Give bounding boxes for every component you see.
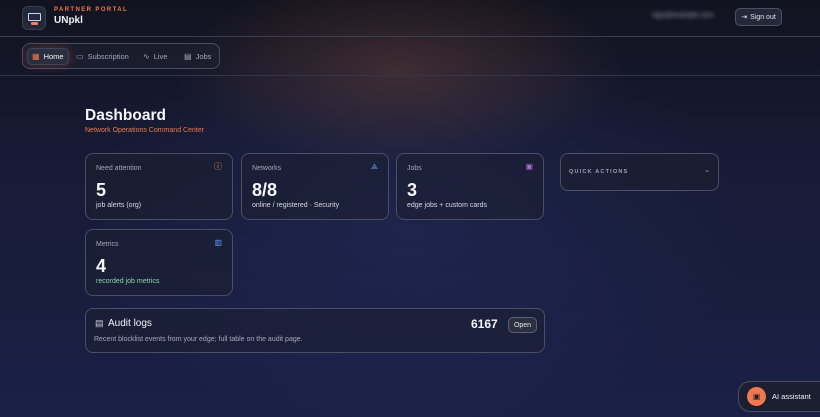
chevron-down-icon: ⌄ bbox=[704, 167, 710, 174]
audit-open-button[interactable]: Open bbox=[508, 317, 537, 333]
main-nav: ▦ Home ▭ Subscription ∿ Live ▤ Jobs bbox=[22, 43, 220, 69]
nav-label: Subscription bbox=[87, 52, 129, 61]
quick-actions-label: QUICK ACTIONS bbox=[569, 169, 629, 175]
card-value: 5 bbox=[96, 180, 107, 200]
clipboard-icon: ▤ bbox=[95, 318, 104, 328]
card-label: Need attention bbox=[96, 165, 142, 172]
card-desc: job alerts (org) bbox=[96, 202, 142, 209]
audit-count: 6167 bbox=[471, 317, 498, 331]
audit-desc: Recent blocklist events from your edge; … bbox=[94, 336, 303, 343]
ai-assistant-button[interactable]: ▣ AI assistant bbox=[738, 381, 820, 412]
ai-assistant-label: AI assistant bbox=[772, 392, 811, 401]
card-value: 4 bbox=[96, 256, 107, 276]
card-networks[interactable]: Networks ⟁ 8/8 online / registered · Sec… bbox=[241, 153, 389, 220]
nav-item-subscription[interactable]: ▭ Subscription bbox=[72, 48, 133, 65]
card-label: Jobs bbox=[407, 165, 422, 172]
nav-item-home[interactable]: ▦ Home bbox=[27, 48, 69, 65]
card-jobs[interactable]: Jobs ▣ 3 edge jobs + custom cards bbox=[396, 153, 544, 220]
network-icon: ⟁ bbox=[370, 162, 378, 171]
clipboard-icon: ▣ bbox=[525, 162, 533, 171]
chart-icon: ▥ bbox=[214, 238, 222, 247]
audit-title: Audit logs bbox=[108, 318, 152, 329]
bot-icon: ▣ bbox=[747, 387, 766, 406]
nav-item-live[interactable]: ∿ Live bbox=[139, 48, 171, 65]
card-desc: edge jobs + custom cards bbox=[407, 202, 487, 209]
card-desc: online / registered · Security bbox=[252, 202, 340, 209]
sign-out-label: Sign out bbox=[750, 13, 776, 21]
card-label: Networks bbox=[252, 165, 282, 172]
briefcase-icon: ▤ bbox=[184, 51, 192, 61]
brand-kicker: PARTNER PORTAL bbox=[54, 7, 129, 13]
activity-icon: ∿ bbox=[143, 51, 150, 61]
quick-actions-toggle[interactable]: QUICK ACTIONS ⌄ bbox=[560, 153, 719, 191]
grid-icon: ▦ bbox=[32, 51, 40, 61]
card-value: 8/8 bbox=[252, 180, 278, 200]
card-desc: recorded job metrics bbox=[96, 278, 160, 285]
alert-circle-icon: ⓘ bbox=[214, 162, 222, 171]
nav-label: Home bbox=[43, 52, 64, 61]
user-email: sign@example.com bbox=[652, 12, 714, 19]
card-label: Metrics bbox=[96, 241, 119, 248]
page-subtitle: Network Operations Command Center bbox=[85, 127, 205, 134]
nav-divider bbox=[0, 75, 820, 76]
brand-name: UNpkl bbox=[54, 15, 83, 26]
nav-item-jobs[interactable]: ▤ Jobs bbox=[180, 48, 215, 65]
nav-label: Live bbox=[153, 52, 168, 61]
logout-icon: ⇥ bbox=[741, 14, 748, 21]
card-icon: ▭ bbox=[76, 51, 84, 61]
card-need-attention[interactable]: Need attention ⓘ 5 job alerts (org) bbox=[85, 153, 233, 220]
top-header: PARTNER PORTAL UNpkl sign@example.com ⇥ … bbox=[0, 0, 820, 37]
page-title: Dashboard bbox=[85, 107, 166, 124]
audit-logs-panel: ▤ Audit logs Recent blocklist events fro… bbox=[85, 308, 545, 353]
card-value: 3 bbox=[407, 180, 418, 200]
logo[interactable] bbox=[22, 6, 46, 30]
nav-label: Jobs bbox=[195, 52, 212, 61]
card-metrics[interactable]: Metrics ▥ 4 recorded job metrics bbox=[85, 229, 233, 296]
sign-out-button[interactable]: ⇥ Sign out bbox=[735, 8, 782, 26]
